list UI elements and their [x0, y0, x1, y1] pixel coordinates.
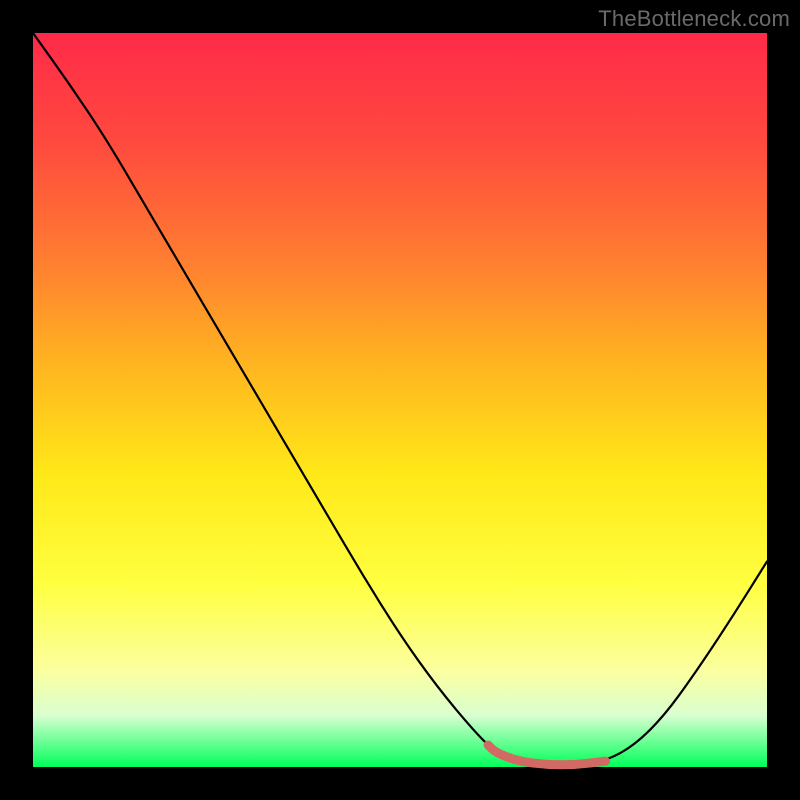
curve-highlight: [488, 745, 605, 765]
watermark-text: TheBottleneck.com: [598, 6, 790, 32]
chart-plot-area: [33, 33, 767, 767]
bottleneck-curve: [33, 33, 767, 767]
curve-path: [33, 33, 767, 765]
